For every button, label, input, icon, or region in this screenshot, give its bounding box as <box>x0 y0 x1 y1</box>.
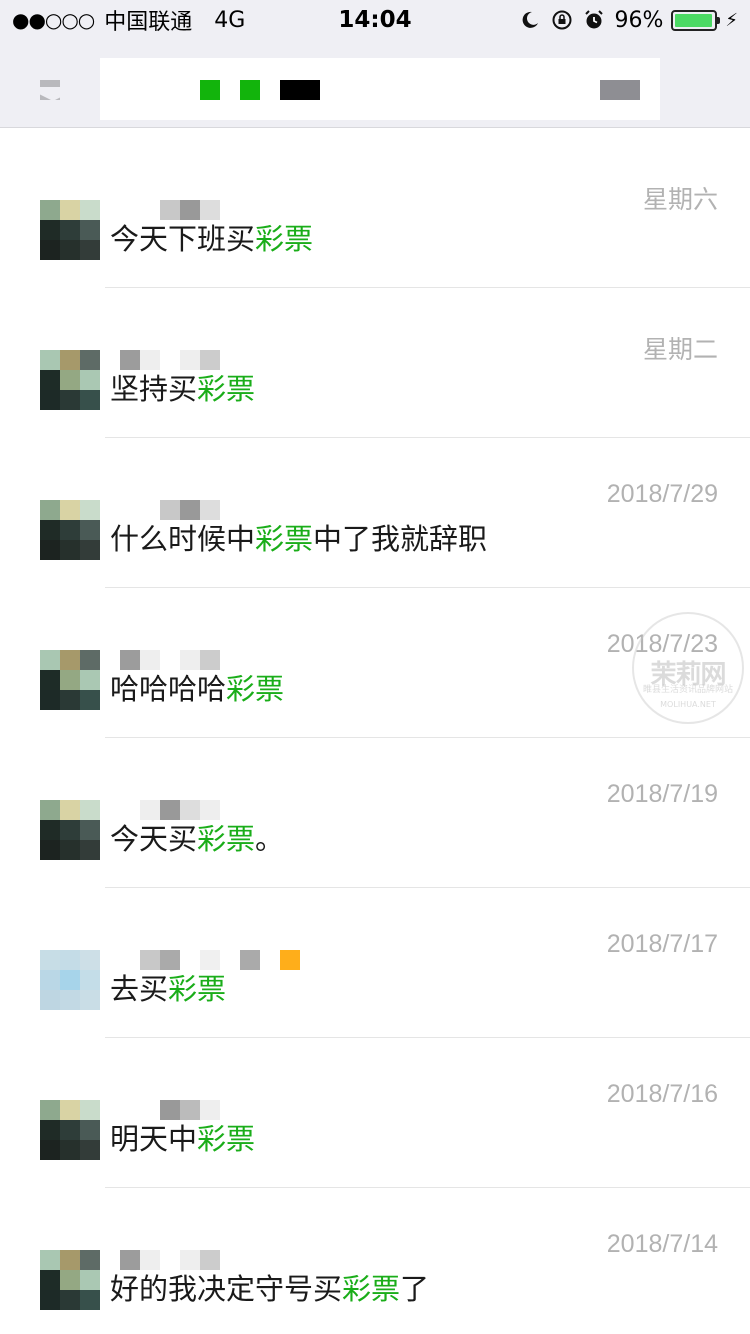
message-time: 2018/7/29 <box>606 480 718 508</box>
message-time: 2018/7/16 <box>606 1080 718 1108</box>
redacted-block <box>200 80 220 100</box>
search-result-item[interactable]: 2018/7/17 去买彩票 <box>0 888 750 1038</box>
snippet-text: 。 <box>255 822 285 856</box>
watermark-url: MOLIHUA.NET <box>660 700 716 709</box>
message-snippet: 去买彩票 <box>110 966 226 1008</box>
message-time: 2018/7/17 <box>606 930 718 958</box>
search-result-item[interactable]: 2018/7/19 今天买彩票。 <box>0 738 750 888</box>
search-header <box>0 40 750 128</box>
search-input[interactable] <box>100 58 660 120</box>
avatar[interactable] <box>40 800 100 860</box>
redacted-block <box>240 80 260 100</box>
snippet-text: 中了我就辞职 <box>313 522 488 556</box>
message-snippet: 哈哈哈哈彩票 <box>110 666 284 708</box>
search-result-item[interactable]: 2018/7/16 明天中彩票 <box>0 1038 750 1188</box>
snippet-text: 今天下班买 <box>110 222 256 256</box>
search-results-list: 星期六 今天下班买彩票 星期二 坚持买彩票 2018/7/29 什么时候中彩票中了我就辞职… <box>0 138 750 1334</box>
snippet-text: 哈哈哈哈 <box>110 672 227 706</box>
snippet-text: 了 <box>400 1272 430 1306</box>
avatar[interactable] <box>40 650 100 710</box>
keyword-highlight: 彩票 <box>168 972 227 1006</box>
battery-icon <box>671 9 721 31</box>
snippet-text: 今天买 <box>110 822 198 856</box>
avatar[interactable] <box>40 1100 100 1160</box>
charging-icon: ⚡ <box>725 9 738 31</box>
message-time: 星期二 <box>642 336 718 364</box>
message-snippet: 什么时候中彩票中了我就辞职 <box>110 516 487 558</box>
rotation-lock-icon <box>550 8 574 32</box>
header-pointer <box>25 87 81 101</box>
avatar[interactable] <box>40 350 100 410</box>
battery-percent: 96% <box>614 7 664 33</box>
search-result-item[interactable]: 2018/7/29 什么时候中彩票中了我就辞职 <box>0 438 750 588</box>
message-snippet: 今天买彩票。 <box>110 816 284 858</box>
watermark-seal: 茉莉网 睢县生活资讯品牌网站 MOLIHUA.NET <box>632 612 744 724</box>
keyword-highlight: 彩票 <box>197 372 256 406</box>
message-snippet: 今天下班买彩票 <box>110 216 313 258</box>
avatar[interactable] <box>40 500 100 560</box>
avatar[interactable] <box>40 200 100 260</box>
search-result-item[interactable]: 2018/7/14 好的我决定守号买彩票了 <box>0 1188 750 1334</box>
message-snippet: 坚持买彩票 <box>110 366 255 408</box>
keyword-highlight: 彩票 <box>255 522 314 556</box>
avatar[interactable] <box>40 1250 100 1310</box>
message-snippet: 明天中彩票 <box>110 1116 255 1158</box>
snippet-text: 明天中 <box>110 1122 198 1156</box>
keyword-highlight: 彩票 <box>197 1122 256 1156</box>
snippet-text: 去买 <box>110 972 169 1006</box>
alarm-icon <box>582 8 606 32</box>
snippet-text: 好的我决定守号买 <box>110 1272 343 1306</box>
redacted-block <box>600 80 640 100</box>
redacted-block <box>280 80 320 100</box>
status-bar: ●●○○○ 中国联通 4G 14:04 96% ⚡ <box>0 0 750 40</box>
message-time: 星期六 <box>642 186 718 214</box>
avatar[interactable] <box>40 950 100 1010</box>
snippet-text: 坚持买 <box>110 372 198 406</box>
message-time: 2018/7/19 <box>606 780 718 808</box>
message-snippet: 好的我决定守号买彩票了 <box>110 1266 429 1308</box>
keyword-highlight: 彩票 <box>342 1272 401 1306</box>
snippet-text: 什么时候中 <box>110 522 256 556</box>
search-result-item[interactable]: 星期二坚持买彩票 <box>0 288 750 438</box>
moon-icon <box>518 8 542 32</box>
search-result-item[interactable]: 星期六今天下班买彩票 <box>0 138 750 288</box>
keyword-highlight: 彩票 <box>226 672 285 706</box>
message-time: 2018/7/14 <box>606 1230 718 1258</box>
watermark-subtitle: 睢县生活资讯品牌网站 <box>642 685 733 695</box>
keyword-highlight: 彩票 <box>255 222 314 256</box>
keyword-highlight: 彩票 <box>197 822 256 856</box>
